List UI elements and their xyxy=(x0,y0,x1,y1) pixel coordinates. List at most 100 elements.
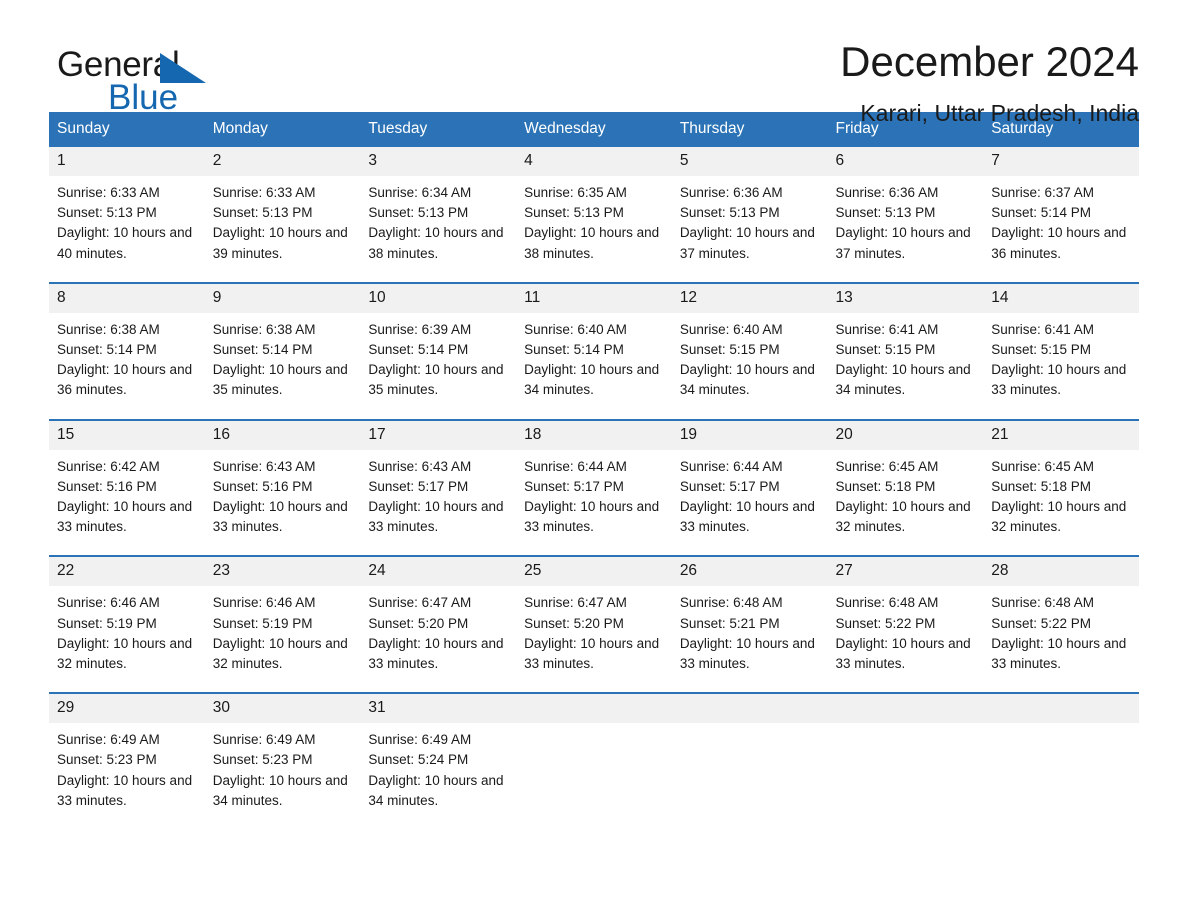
day-cell[interactable]: 20 Sunrise: 6:45 AM Sunset: 5:18 PM Dayl… xyxy=(827,418,984,557)
daylight-text: Daylight: 10 hours and 34 minutes. xyxy=(835,362,971,398)
day-number: 1 xyxy=(49,147,205,176)
day-details: Sunrise: 6:39 AM Sunset: 5:14 PM Dayligh… xyxy=(360,313,516,419)
day-cell[interactable]: 10 Sunrise: 6:39 AM Sunset: 5:14 PM Dayl… xyxy=(360,281,517,420)
daylight-text: Daylight: 10 hours and 33 minutes. xyxy=(212,499,348,535)
calendar-week-row: 8 Sunrise: 6:38 AM Sunset: 5:14 PM Dayli… xyxy=(49,281,1139,420)
sunset-text: Sunset: 5:13 PM xyxy=(368,205,469,221)
daylight-text: Daylight: 10 hours and 34 minutes. xyxy=(679,362,815,398)
sunset-text: Sunset: 5:13 PM xyxy=(524,205,624,221)
day-cell[interactable]: 31 Sunrise: 6:49 AM Sunset: 5:24 PM Dayl… xyxy=(360,692,517,830)
day-cell[interactable]: 11 Sunrise: 6:40 AM Sunset: 5:14 PM Dayl… xyxy=(516,281,672,420)
day-cell[interactable]: 1 Sunrise: 6:33 AM Sunset: 5:13 PM Dayli… xyxy=(49,147,205,283)
day-number: 10 xyxy=(360,283,517,313)
day-details: Sunrise: 6:42 AM Sunset: 5:16 PM Dayligh… xyxy=(49,450,205,556)
day-details: Sunrise: 6:46 AM Sunset: 5:19 PM Dayligh… xyxy=(49,586,205,692)
calendar-week-row: 1 Sunrise: 6:33 AM Sunset: 5:13 PM Dayli… xyxy=(49,147,1139,283)
sunrise-text: Sunrise: 6:44 AM xyxy=(524,458,627,474)
day-cell[interactable]: 23 Sunrise: 6:46 AM Sunset: 5:19 PM Dayl… xyxy=(204,555,361,694)
sunset-text: Sunset: 5:14 PM xyxy=(524,342,624,358)
daylight-text: Daylight: 10 hours and 38 minutes. xyxy=(368,225,504,261)
day-details: Sunrise: 6:44 AM Sunset: 5:17 PM Dayligh… xyxy=(672,450,828,556)
day-cell[interactable]: 29 Sunrise: 6:49 AM Sunset: 5:23 PM Dayl… xyxy=(49,692,205,830)
sunset-text: Sunset: 5:19 PM xyxy=(212,615,313,631)
daylight-text: Daylight: 10 hours and 33 minutes. xyxy=(368,635,504,672)
day-cell[interactable]: 12 Sunrise: 6:40 AM Sunset: 5:15 PM Dayl… xyxy=(671,281,828,420)
title-block: December 2024 Karari, Uttar Pradesh, Ind… xyxy=(840,38,1139,126)
day-cell[interactable]: 7 Sunrise: 6:37 AM Sunset: 5:14 PM Dayli… xyxy=(983,147,1139,283)
daylight-text: Daylight: 10 hours and 33 minutes. xyxy=(524,635,660,672)
sunrise-text: Sunrise: 6:43 AM xyxy=(212,458,316,474)
day-number: 23 xyxy=(204,557,361,587)
generalblue-logo[interactable]: General Blue xyxy=(57,46,257,120)
day-cell[interactable]: 13 Sunrise: 6:41 AM Sunset: 5:15 PM Dayl… xyxy=(827,281,984,420)
day-number: 13 xyxy=(827,283,984,313)
day-cell[interactable]: 21 Sunrise: 6:45 AM Sunset: 5:18 PM Dayl… xyxy=(983,418,1139,557)
daylight-text: Daylight: 10 hours and 32 minutes. xyxy=(835,499,971,535)
day-cell[interactable]: 15 Sunrise: 6:42 AM Sunset: 5:16 PM Dayl… xyxy=(49,418,205,557)
day-cell[interactable]: 9 Sunrise: 6:38 AM Sunset: 5:14 PM Dayli… xyxy=(204,281,361,420)
weekday-header-tuesday: Tuesday xyxy=(360,112,517,147)
day-number: 11 xyxy=(516,283,672,313)
sunset-text: Sunset: 5:18 PM xyxy=(835,478,936,494)
day-details: Sunrise: 6:36 AM Sunset: 5:13 PM Dayligh… xyxy=(672,176,828,282)
day-number: 16 xyxy=(204,420,361,450)
sunset-text: Sunset: 5:15 PM xyxy=(835,342,936,358)
day-cell[interactable]: 18 Sunrise: 6:44 AM Sunset: 5:17 PM Dayl… xyxy=(516,418,672,557)
day-cell[interactable]: 19 Sunrise: 6:44 AM Sunset: 5:17 PM Dayl… xyxy=(671,418,828,557)
sunrise-text: Sunrise: 6:36 AM xyxy=(835,185,939,200)
daylight-text: Daylight: 10 hours and 34 minutes. xyxy=(368,772,504,808)
sunrise-text: Sunrise: 6:48 AM xyxy=(835,595,939,611)
day-cell[interactable]: 4 Sunrise: 6:35 AM Sunset: 5:13 PM Dayli… xyxy=(516,147,672,283)
daylight-text: Daylight: 10 hours and 36 minutes. xyxy=(57,362,193,398)
sunset-text: Sunset: 5:21 PM xyxy=(679,615,780,631)
sunset-text: Sunset: 5:14 PM xyxy=(212,342,313,358)
day-cell[interactable]: 22 Sunrise: 6:46 AM Sunset: 5:19 PM Dayl… xyxy=(49,555,205,694)
day-cell-empty xyxy=(827,692,984,830)
day-cell[interactable]: 6 Sunrise: 6:36 AM Sunset: 5:13 PM Dayli… xyxy=(827,147,984,283)
day-cell[interactable]: 8 Sunrise: 6:38 AM Sunset: 5:14 PM Dayli… xyxy=(49,281,205,420)
calendar-body: 1 Sunrise: 6:33 AM Sunset: 5:13 PM Dayli… xyxy=(49,147,1139,830)
day-cell[interactable]: 28 Sunrise: 6:48 AM Sunset: 5:22 PM Dayl… xyxy=(983,555,1139,694)
day-details: Sunrise: 6:45 AM Sunset: 5:18 PM Dayligh… xyxy=(983,450,1139,556)
day-details: Sunrise: 6:34 AM Sunset: 5:13 PM Dayligh… xyxy=(360,176,516,282)
day-cell-empty xyxy=(671,692,828,830)
day-cell[interactable]: 5 Sunrise: 6:36 AM Sunset: 5:13 PM Dayli… xyxy=(671,147,828,283)
day-details: Sunrise: 6:48 AM Sunset: 5:21 PM Dayligh… xyxy=(672,586,828,692)
day-cell[interactable]: 24 Sunrise: 6:47 AM Sunset: 5:20 PM Dayl… xyxy=(360,555,517,694)
day-cell[interactable]: 17 Sunrise: 6:43 AM Sunset: 5:17 PM Dayl… xyxy=(360,418,517,557)
daylight-text: Daylight: 10 hours and 33 minutes. xyxy=(524,499,660,535)
day-details: Sunrise: 6:46 AM Sunset: 5:19 PM Dayligh… xyxy=(205,586,361,692)
day-cell[interactable]: 25 Sunrise: 6:47 AM Sunset: 5:20 PM Dayl… xyxy=(516,555,672,694)
sunrise-text: Sunrise: 6:49 AM xyxy=(368,732,472,748)
day-number: 28 xyxy=(983,557,1139,587)
day-number xyxy=(983,694,1139,724)
daylight-text: Daylight: 10 hours and 32 minutes. xyxy=(991,499,1127,535)
sunset-text: Sunset: 5:22 PM xyxy=(835,615,936,631)
day-number: 30 xyxy=(204,694,361,724)
sunrise-text: Sunrise: 6:43 AM xyxy=(368,458,472,474)
day-number: 18 xyxy=(516,420,672,450)
day-cell[interactable]: 14 Sunrise: 6:41 AM Sunset: 5:15 PM Dayl… xyxy=(983,281,1139,420)
daylight-text: Daylight: 10 hours and 38 minutes. xyxy=(524,225,660,261)
day-number xyxy=(827,694,984,724)
page-header: General Blue December 2024 Karari, Uttar… xyxy=(49,0,1139,126)
sunrise-text: Sunrise: 6:39 AM xyxy=(368,321,472,337)
sunrise-text: Sunrise: 6:48 AM xyxy=(991,595,1095,611)
day-cell[interactable]: 26 Sunrise: 6:48 AM Sunset: 5:21 PM Dayl… xyxy=(671,555,828,694)
sunset-text: Sunset: 5:17 PM xyxy=(368,478,469,494)
sunrise-text: Sunrise: 6:34 AM xyxy=(368,185,472,200)
calendar-week-row: 29 Sunrise: 6:49 AM Sunset: 5:23 PM Dayl… xyxy=(49,692,1139,830)
day-cell[interactable]: 27 Sunrise: 6:48 AM Sunset: 5:22 PM Dayl… xyxy=(827,555,984,694)
day-cell[interactable]: 2 Sunrise: 6:33 AM Sunset: 5:13 PM Dayli… xyxy=(204,147,361,283)
calendar-week-row: 15 Sunrise: 6:42 AM Sunset: 5:16 PM Dayl… xyxy=(49,418,1139,557)
day-cell[interactable]: 3 Sunrise: 6:34 AM Sunset: 5:13 PM Dayli… xyxy=(360,147,517,283)
sunset-text: Sunset: 5:14 PM xyxy=(57,342,157,358)
day-cell[interactable]: 30 Sunrise: 6:49 AM Sunset: 5:23 PM Dayl… xyxy=(204,692,361,830)
sunrise-text: Sunrise: 6:33 AM xyxy=(212,185,316,200)
sunrise-text: Sunrise: 6:40 AM xyxy=(524,321,627,337)
day-details xyxy=(828,723,984,827)
day-details: Sunrise: 6:38 AM Sunset: 5:14 PM Dayligh… xyxy=(205,313,361,419)
daylight-text: Daylight: 10 hours and 33 minutes. xyxy=(679,635,815,672)
day-cell[interactable]: 16 Sunrise: 6:43 AM Sunset: 5:16 PM Dayl… xyxy=(204,418,361,557)
day-details: Sunrise: 6:45 AM Sunset: 5:18 PM Dayligh… xyxy=(828,450,984,556)
